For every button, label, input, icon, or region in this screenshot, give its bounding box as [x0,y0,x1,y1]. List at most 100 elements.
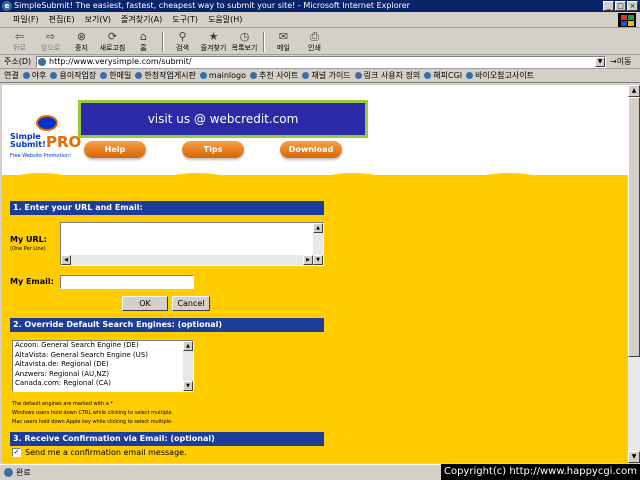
help-button[interactable]: Help [84,141,146,158]
toolbar-button-print[interactable]: ⎙ 인쇄 [299,30,330,53]
toolbar-button-favorites[interactable]: ★ 즐겨찾기 [198,30,229,53]
scroll-down-icon[interactable]: ▼ [313,255,323,265]
address-label: 주소(D) [4,57,32,66]
links-label: 연결 [4,71,19,80]
engine-option[interactable]: Acoon: General Search Engine (DE) [13,341,193,351]
link-item[interactable]: 추천 사이트 [250,70,298,81]
tips-button[interactable]: Tips [182,141,244,158]
page-vertical-scrollbar[interactable]: ▲ ▼ [628,85,640,463]
scroll-down-icon[interactable]: ▼ [628,451,640,463]
scroll-up-icon[interactable]: ▲ [183,341,193,351]
page-icon [38,57,46,66]
confirmation-label: Send me a confirmation email message. [25,448,187,457]
toolbar-button-label: 뒤로 [13,43,26,52]
link-item[interactable]: 야후 [23,70,47,81]
engine-option[interactable]: Anzwers: Regional (AU,NZ) [13,370,193,380]
menu-help[interactable]: 도움말(H) [203,14,247,25]
toolbar-button-label: 검색 [176,43,189,52]
address-bar: 주소(D) http://www.verysimple.com/submit/ … [0,55,640,69]
link-item[interactable]: 바이오참고사이트 [466,70,534,81]
menu-file[interactable]: 파일(F) [8,14,44,25]
ok-button[interactable]: OK [122,296,168,311]
toolbar-button-forward-arrow[interactable]: ⇨ 앞으로 [35,29,66,53]
scroll-up-icon[interactable]: ▲ [313,223,323,233]
link-item[interactable]: 채널 가이드 [302,70,350,81]
toolbar-button-refresh[interactable]: ⟳ 새로고침 [97,30,128,53]
logo-text: Simple Submit! [10,132,46,149]
search-icon: ⚲ [178,29,187,43]
go-button[interactable]: →이동 [610,56,631,67]
page-done-icon [4,468,13,477]
maximize-button[interactable]: □ [615,1,626,11]
section-confirmation-header: 3. Receive Confirmation via Email: (opti… [10,432,324,446]
toolbar-button-home[interactable]: ⌂ 홈 [128,29,159,53]
mouse-icon [36,115,58,131]
email-input[interactable] [60,275,194,289]
link-item[interactable]: 한청작업게시판 [135,70,196,81]
url-sublabel: (One Per Line) [10,246,46,252]
link-item[interactable]: 링크 사용자 정의 [355,70,421,81]
windows-multiselect-note: Windows users hold down CTRL while click… [12,410,174,416]
stop-icon: ⊗ [76,29,87,43]
window-controls: _ □ × [603,1,638,11]
engine-option[interactable]: Canada.com: Regional (CA) [13,379,193,389]
scroll-right-icon[interactable]: ▶ [303,255,313,265]
download-button[interactable]: Download [280,141,342,158]
forward-arrow-icon: ⇨ [45,29,56,43]
toolbar-separator [162,31,164,52]
scroll-up-icon[interactable]: ▲ [628,85,640,97]
standard-toolbar: ⇦ 뒤로 ⇨ 앞으로 ⊗ 중지 ⟳ 새로고침 ⌂ 홈 ⚲ 검색 ★ 즐겨찾기 ◷ 목록보기 ✉ 메일 ⎙ 인쇄 [0,29,640,55]
engine-option[interactable]: Altavista.de: Regional (DE) [13,360,193,370]
address-url: http://www.verysimple.com/submit/ [49,56,192,66]
listbox-scrollbar[interactable]: ▲ ▼ [183,341,193,391]
close-button[interactable]: × [627,1,638,11]
address-input[interactable]: http://www.verysimple.com/submit/ ▼ [36,55,606,68]
link-item[interactable]: 용이작업장 [50,70,96,81]
scroll-left-icon[interactable]: ◀ [61,255,71,265]
section-url-email-header: 1. Enter your URL and Email: [10,201,324,215]
url-textarea[interactable]: ▲ ▼ ◀ ▶ [60,222,324,266]
webcredit-banner[interactable]: visit us @ webcredit.com [78,100,368,138]
simplesubmit-logo[interactable]: Simple Submit! PRO Free Website Promotio… [8,115,81,165]
window-title-bar: e SimpleSubmit! The easiest, fastest, ch… [0,0,640,12]
scroll-down-icon[interactable]: ▼ [183,381,193,391]
page-viewport: Simple Submit! PRO Free Website Promotio… [2,85,628,463]
menu-view[interactable]: 보기(V) [80,14,116,25]
confirmation-checkbox[interactable]: ✓ [12,448,21,457]
internet-explorer-icon: e [2,1,12,11]
cancel-button[interactable]: Cancel [172,296,210,311]
toolbar-button-back-arrow[interactable]: ⇦ 뒤로 [4,30,35,53]
toolbar-button-label: 새로고침 [99,43,126,52]
link-item[interactable]: mainlogo [200,71,246,80]
window-title: SimpleSubmit! The easiest, fastest, chea… [14,1,410,10]
menu-edit[interactable]: 편집(E) [44,14,80,25]
toolbar-button-mail[interactable]: ✉ 메일 [268,30,299,53]
windows-logo-icon [618,13,636,27]
toolbar-button-stop[interactable]: ⊗ 중지 [66,29,97,53]
link-item[interactable]: 한메일 [100,70,131,81]
search-engine-listbox[interactable]: Acoon: General Search Engine (DE) AltaVi… [12,340,194,392]
address-dropdown-icon[interactable]: ▼ [595,56,605,67]
confirmation-row: ✓ Send me a confirmation email message. [12,448,187,457]
menu-favorites[interactable]: 즐겨찾기(A) [116,14,167,25]
engine-option[interactable]: AltaVista: General Search Engine (US) [13,351,193,361]
copyright-overlay: Copyright(c) http://www.happycgi.com [440,464,640,480]
toolbar-separator [263,31,265,52]
scrollbar-thumb[interactable] [628,97,640,357]
url-textarea-hscrollbar[interactable]: ◀ ▶ [61,255,313,265]
minimize-button[interactable]: _ [603,1,614,11]
toolbar-button-label: 목록보기 [231,43,258,52]
toolbar-button-label: 홈 [140,43,147,52]
link-item[interactable]: 해피CGI [424,70,462,81]
toolbar-button-label: 중지 [75,43,88,52]
toolbar-button-search[interactable]: ⚲ 검색 [167,29,198,53]
menu-tools[interactable]: 도구(T) [167,14,203,25]
history-icon: ◷ [239,29,250,43]
toolbar-button-label: 인쇄 [308,43,321,52]
links-bar: 연결 야후 용이작업장 한메일 한청작업게시판 mainlogo 추천 사이트 채널 가이드… [0,69,640,83]
logo-tagline: Free Website Promotion! [10,153,72,159]
url-textarea-scrollbar[interactable]: ▲ ▼ [313,223,323,265]
menu-bar: 파일(F) 편집(E) 보기(V) 즐겨찾기(A) 도구(T) 도움말(H) [0,12,640,28]
toolbar-button-history[interactable]: ◷ 목록보기 [229,29,260,53]
home-icon: ⌂ [140,29,147,43]
